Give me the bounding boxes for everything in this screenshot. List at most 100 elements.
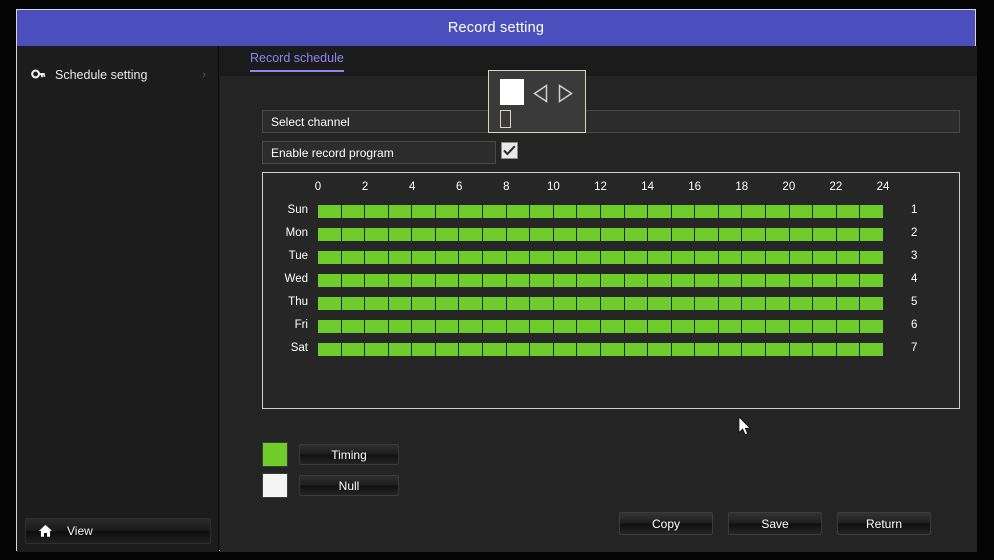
schedule-cell[interactable] bbox=[600, 228, 625, 241]
legend-null-button[interactable]: Null bbox=[299, 475, 399, 496]
schedule-cell[interactable] bbox=[860, 320, 883, 333]
schedule-cell[interactable] bbox=[671, 297, 696, 310]
schedule-cell[interactable] bbox=[435, 251, 460, 264]
schedule-cell[interactable] bbox=[789, 343, 814, 356]
schedule-cell[interactable] bbox=[412, 297, 436, 310]
filled-square-icon[interactable] bbox=[500, 79, 524, 105]
schedule-cell[interactable] bbox=[483, 343, 507, 356]
schedule-cell[interactable] bbox=[341, 274, 366, 287]
schedule-cell[interactable] bbox=[648, 343, 672, 356]
schedule-cell[interactable] bbox=[600, 274, 625, 287]
schedule-cell[interactable] bbox=[459, 320, 484, 333]
schedule-cell[interactable] bbox=[435, 228, 460, 241]
schedule-cell[interactable] bbox=[318, 343, 342, 356]
sidebar-item-schedule-setting[interactable]: Schedule setting › bbox=[17, 58, 218, 92]
schedule-cell[interactable] bbox=[388, 274, 413, 287]
schedule-cell[interactable] bbox=[435, 343, 460, 356]
schedule-cell[interactable] bbox=[836, 320, 861, 333]
schedule-row[interactable] bbox=[318, 274, 883, 287]
schedule-row[interactable] bbox=[318, 297, 883, 310]
schedule-cell[interactable] bbox=[341, 228, 366, 241]
schedule-cell[interactable] bbox=[624, 228, 649, 241]
schedule-cell[interactable] bbox=[624, 274, 649, 287]
view-button[interactable]: View bbox=[25, 518, 211, 544]
schedule-cell[interactable] bbox=[412, 251, 436, 264]
schedule-cell[interactable] bbox=[553, 320, 578, 333]
schedule-cell[interactable] bbox=[530, 297, 554, 310]
schedule-cell[interactable] bbox=[412, 274, 436, 287]
schedule-cell[interactable] bbox=[718, 320, 743, 333]
schedule-cell[interactable] bbox=[718, 205, 743, 218]
schedule-cell[interactable] bbox=[624, 205, 649, 218]
copy-button[interactable]: Copy bbox=[619, 512, 713, 535]
schedule-cell[interactable] bbox=[860, 297, 883, 310]
schedule-cell[interactable] bbox=[530, 205, 554, 218]
schedule-cell[interactable] bbox=[718, 343, 743, 356]
schedule-cell[interactable] bbox=[695, 320, 719, 333]
schedule-cell[interactable] bbox=[483, 297, 507, 310]
schedule-cell[interactable] bbox=[742, 205, 766, 218]
schedule-cell[interactable] bbox=[530, 274, 554, 287]
schedule-grid-panel[interactable]: 0 2 4 6 8 10 12 14 16 18 20 22 24 Sun 1 Mon 2 Tue 3 Wed 4 Th… bbox=[262, 172, 960, 409]
schedule-cell[interactable] bbox=[624, 343, 649, 356]
schedule-cell[interactable] bbox=[483, 228, 507, 241]
schedule-cell[interactable] bbox=[860, 228, 883, 241]
schedule-cell[interactable] bbox=[671, 320, 696, 333]
schedule-cell[interactable] bbox=[388, 251, 413, 264]
schedule-cell[interactable] bbox=[341, 343, 366, 356]
schedule-cell[interactable] bbox=[483, 274, 507, 287]
schedule-cell[interactable] bbox=[412, 343, 436, 356]
schedule-cell[interactable] bbox=[648, 205, 672, 218]
schedule-cell[interactable] bbox=[671, 251, 696, 264]
schedule-cell[interactable] bbox=[318, 228, 342, 241]
schedule-cell[interactable] bbox=[836, 251, 861, 264]
schedule-cell[interactable] bbox=[577, 228, 601, 241]
schedule-cell[interactable] bbox=[435, 205, 460, 218]
schedule-cell[interactable] bbox=[813, 343, 837, 356]
schedule-cell[interactable] bbox=[412, 320, 436, 333]
schedule-cell[interactable] bbox=[365, 274, 389, 287]
schedule-cell[interactable] bbox=[506, 320, 531, 333]
schedule-cell[interactable] bbox=[600, 297, 625, 310]
schedule-cell[interactable] bbox=[860, 274, 883, 287]
schedule-cell[interactable] bbox=[553, 228, 578, 241]
schedule-cell[interactable] bbox=[648, 251, 672, 264]
schedule-cell[interactable] bbox=[742, 274, 766, 287]
enable-record-program-checkbox[interactable] bbox=[501, 142, 518, 159]
schedule-cell[interactable] bbox=[765, 205, 790, 218]
schedule-cell[interactable] bbox=[506, 297, 531, 310]
schedule-cell[interactable] bbox=[577, 320, 601, 333]
schedule-cell[interactable] bbox=[506, 274, 531, 287]
schedule-cell[interactable] bbox=[553, 274, 578, 287]
schedule-cell[interactable] bbox=[836, 228, 861, 241]
schedule-cell[interactable] bbox=[695, 343, 719, 356]
schedule-cell[interactable] bbox=[789, 320, 814, 333]
schedule-cell[interactable] bbox=[412, 228, 436, 241]
schedule-cell[interactable] bbox=[789, 297, 814, 310]
schedule-cell[interactable] bbox=[577, 251, 601, 264]
schedule-cell[interactable] bbox=[577, 297, 601, 310]
schedule-cell[interactable] bbox=[600, 251, 625, 264]
return-button[interactable]: Return bbox=[837, 512, 931, 535]
schedule-cell[interactable] bbox=[388, 228, 413, 241]
schedule-cell[interactable] bbox=[459, 251, 484, 264]
schedule-cell[interactable] bbox=[388, 320, 413, 333]
save-button[interactable]: Save bbox=[728, 512, 822, 535]
schedule-row[interactable] bbox=[318, 205, 883, 218]
schedule-cell[interactable] bbox=[435, 297, 460, 310]
schedule-cell[interactable] bbox=[412, 205, 436, 218]
enable-record-program-field[interactable]: Enable record program bbox=[262, 141, 496, 164]
schedule-grid[interactable] bbox=[318, 205, 883, 390]
schedule-cell[interactable] bbox=[483, 205, 507, 218]
schedule-cell[interactable] bbox=[577, 205, 601, 218]
schedule-cell[interactable] bbox=[789, 205, 814, 218]
schedule-cell[interactable] bbox=[765, 228, 790, 241]
schedule-cell[interactable] bbox=[742, 251, 766, 264]
schedule-cell[interactable] bbox=[695, 251, 719, 264]
schedule-cell[interactable] bbox=[530, 251, 554, 264]
channel-selector-popup[interactable] bbox=[488, 70, 586, 133]
schedule-cell[interactable] bbox=[813, 320, 837, 333]
schedule-cell[interactable] bbox=[789, 228, 814, 241]
legend-timing[interactable]: Timing bbox=[262, 442, 399, 467]
schedule-cell[interactable] bbox=[459, 205, 484, 218]
